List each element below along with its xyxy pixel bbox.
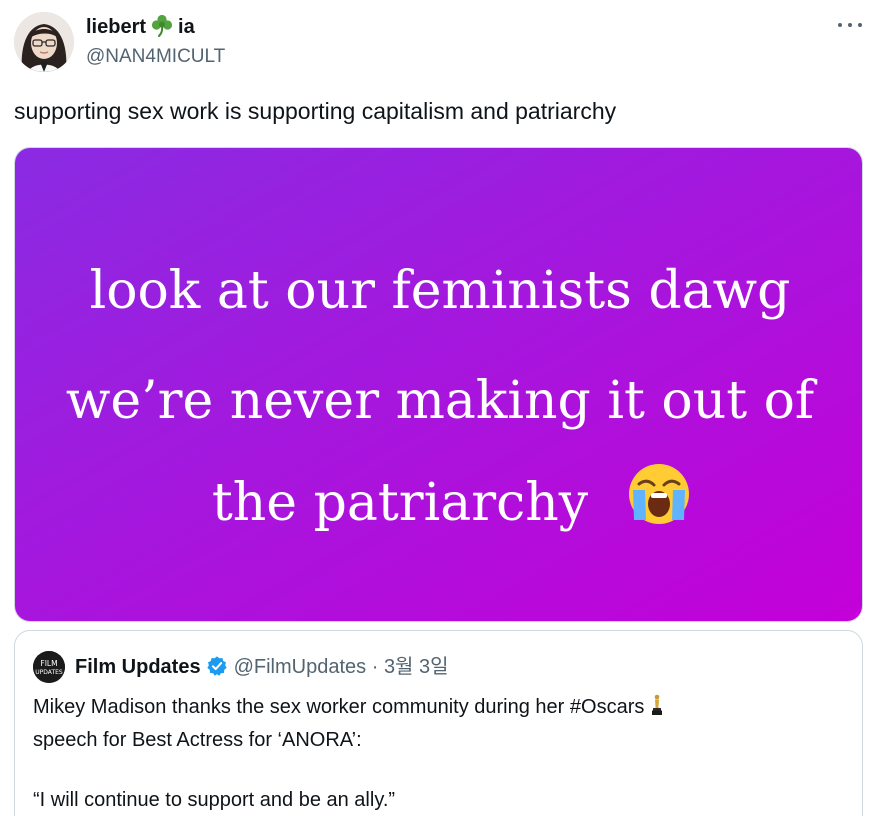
quoted-tweet[interactable]: FILM UPDATES Film Updates @FilmUpdates ·… — [14, 630, 863, 816]
media-line-2: we’re never making it out of — [66, 371, 818, 431]
quoted-author-name[interactable]: Film Updates — [75, 656, 201, 678]
shamrock-icon — [150, 13, 174, 43]
author-avatar[interactable] — [14, 12, 74, 72]
avatar-photo — [14, 12, 74, 72]
quoted-text-line-1: Mikey Madison thanks the sex worker comm… — [33, 696, 645, 718]
more-options-icon[interactable] — [836, 14, 864, 36]
author-name[interactable]: liebert ia — [86, 13, 195, 43]
quoted-text-line-2: speech for Best Actress for ‘ANORA’: — [33, 729, 362, 751]
media-graphic: look at our feminists dawg we’re never m… — [15, 148, 862, 621]
quoted-text-line-3: “I will continue to support and be an al… — [33, 789, 396, 811]
media-line-1: look at our feminists dawg — [90, 261, 791, 321]
tweet-text: supporting sex work is supporting capita… — [14, 98, 617, 124]
quoted-author-handle[interactable]: @FilmUpdates — [234, 656, 367, 678]
tweet-media-image[interactable]: look at our feminists dawg we’re never m… — [14, 147, 863, 622]
quoted-header: Film Updates @FilmUpdates · 3월 3일 — [75, 654, 449, 684]
verified-badge-icon — [206, 655, 228, 684]
author-name-end: ia — [178, 16, 195, 38]
author-handle[interactable]: @NAN4MICULT — [86, 45, 225, 69]
quoted-date[interactable]: 3월 3일 — [384, 656, 449, 678]
quoted-author-avatar[interactable]: FILM UPDATES — [33, 651, 65, 683]
media-line-3: the patriarchy — [212, 473, 589, 533]
loudly-crying-face-icon — [629, 464, 689, 524]
author-name-start: liebert — [86, 16, 147, 38]
quoted-tweet-text: Mikey Madison thanks the sex worker comm… — [33, 692, 664, 815]
oscar-trophy-icon — [650, 694, 664, 725]
film-updates-logo: FILM UPDATES — [33, 651, 65, 683]
svg-text:FILM: FILM — [40, 659, 57, 668]
tweet: liebert ia @NAN4MICULT supporting sex wo… — [0, 0, 883, 816]
svg-text:UPDATES: UPDATES — [35, 669, 63, 676]
